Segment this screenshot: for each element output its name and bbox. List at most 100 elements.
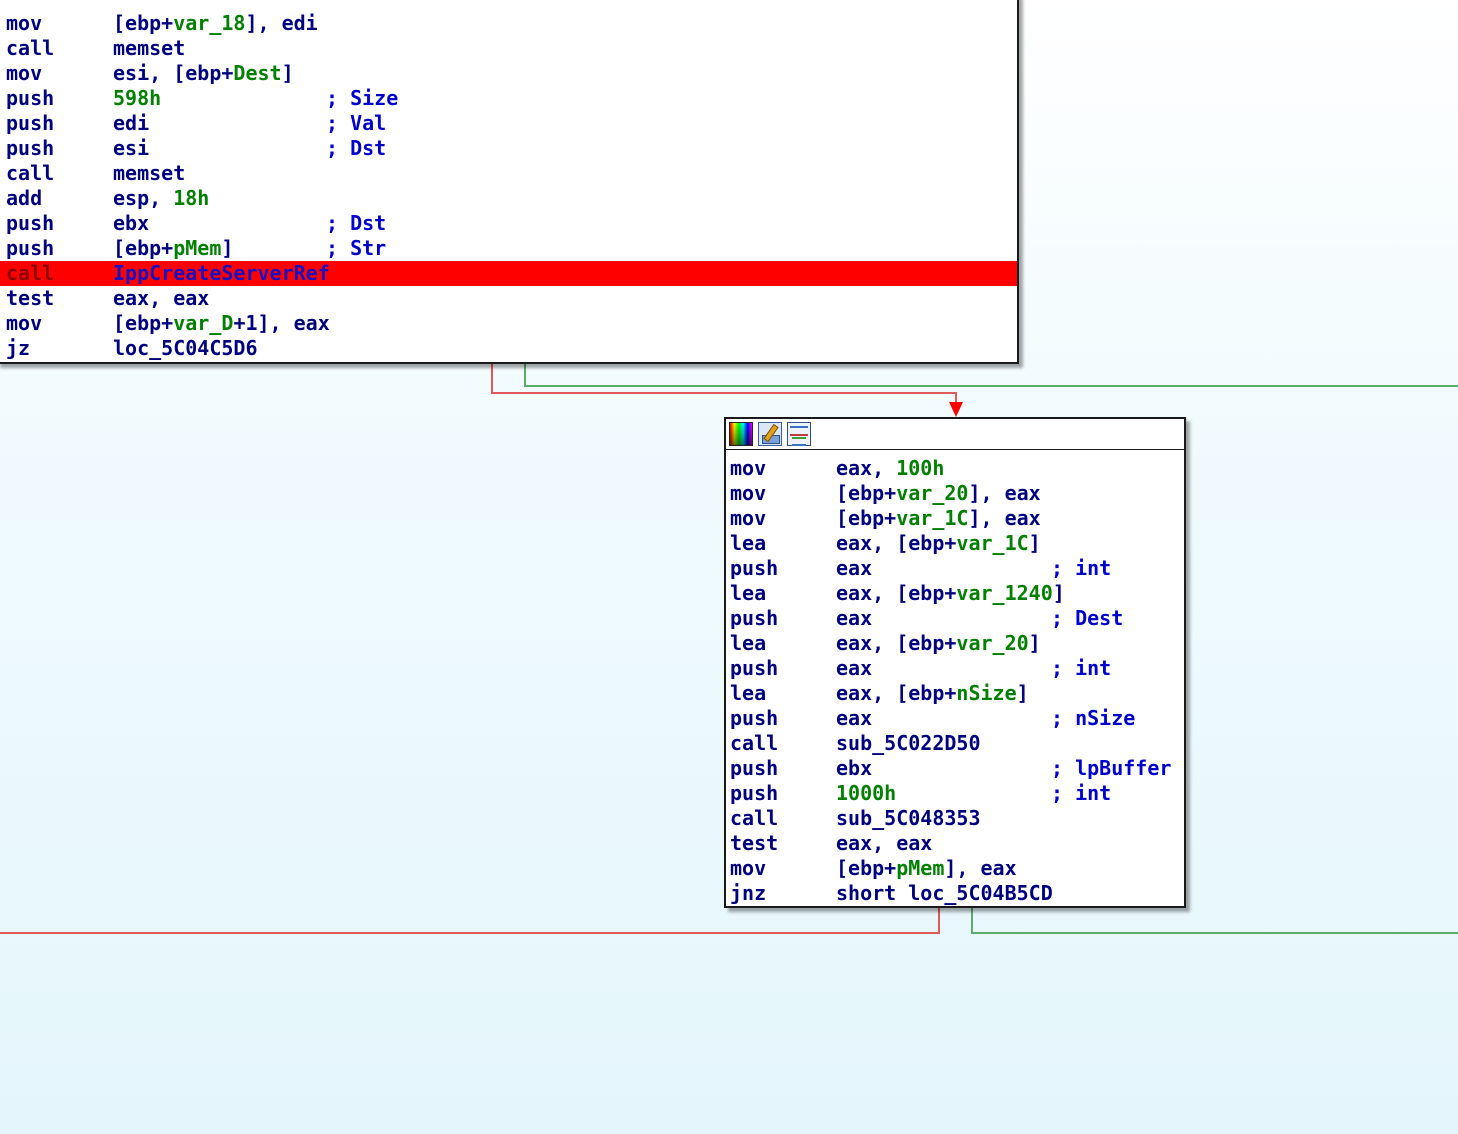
instruction-line[interactable]: test eax, eax (726, 831, 1184, 856)
mnemonic: mov (730, 481, 767, 505)
operand-symbol: 100h (896, 456, 945, 480)
operand: esi (113, 136, 149, 161)
instruction-line[interactable]: push eax ; Dest (726, 606, 1184, 631)
mnemonic: push (6, 136, 55, 160)
comment: ; nSize (1051, 706, 1136, 730)
instruction-line[interactable]: push esi ; Dst (0, 136, 1017, 161)
operand-text: memset (113, 36, 186, 60)
instruction-line[interactable]: mov [ebp+var_1C], eax (726, 506, 1184, 531)
mnemonic: mov (6, 311, 43, 335)
operand-text: esp, (113, 186, 174, 210)
operand-symbol: 18h (173, 186, 210, 210)
instruction-line[interactable]: test eax, eax (0, 286, 1017, 311)
instruction-line[interactable]: mov esi, [ebp+Dest] (0, 61, 1017, 86)
instruction-line[interactable]: push 598h ; Size (0, 86, 1017, 111)
instruction-line[interactable]: add esp, 18h (0, 186, 1017, 211)
instruction-line[interactable]: lea eax, [ebp+var_20] (726, 631, 1184, 656)
operand: ebx (113, 211, 149, 236)
operand-symbol: var_1C (896, 506, 969, 530)
code-block-memset[interactable]: mov [ebp+var_18], edi call memset mov esi, [e… (0, 0, 1019, 364)
operand-text: [ebp+ (113, 311, 174, 335)
operand-text: eax (836, 706, 873, 730)
instruction-line[interactable]: push ebx ; lpBuffer (726, 756, 1184, 781)
operand: short loc_5C04B5CD (836, 881, 1053, 906)
operand-text: ebx (836, 756, 873, 780)
instruction-line[interactable]: call sub_5C022D50 (726, 731, 1184, 756)
operand-text: ] (1016, 681, 1029, 705)
operand: eax (836, 556, 872, 581)
mnemonic: lea (730, 531, 767, 555)
operand-text: eax (836, 556, 873, 580)
instruction-line[interactable]: push eax ; nSize (726, 706, 1184, 731)
instruction-line[interactable]: push eax ; int (726, 656, 1184, 681)
operand-text: sub_5C022D50 (836, 731, 981, 755)
instruction-line[interactable]: push edi ; Val (0, 111, 1017, 136)
mnemonic: push (730, 556, 779, 580)
instruction-line[interactable]: mov [ebp+var_20], eax (726, 481, 1184, 506)
operand: eax (836, 656, 872, 681)
operand: [ebp+var_1C], eax (836, 506, 1041, 531)
rename-icon[interactable] (758, 422, 782, 446)
mnemonic: push (730, 706, 779, 730)
operand-text: eax, [ebp+ (836, 631, 957, 655)
instruction-line[interactable]: lea eax, [ebp+var_1C] (726, 531, 1184, 556)
mnemonic: push (730, 656, 779, 680)
mnemonic: push (6, 111, 55, 135)
instruction-line[interactable]: lea eax, [ebp+var_1240] (726, 581, 1184, 606)
mnemonic: push (6, 86, 55, 110)
operand: [ebp+pMem], eax (836, 856, 1017, 881)
mnemonic: call (6, 161, 55, 185)
comment: ; int (1051, 781, 1112, 805)
operand-text: [ebp+ (113, 236, 174, 260)
instruction-line[interactable]: call memset (0, 161, 1017, 186)
operand: memset (113, 161, 185, 186)
instruction-line[interactable]: jz loc_5C04C5D6 (0, 336, 1017, 361)
instruction-line[interactable]: push 1000h ; int (726, 781, 1184, 806)
operand: eax, [ebp+var_1C] (836, 531, 1041, 556)
instruction-line[interactable]: lea eax, [ebp+nSize] (726, 681, 1184, 706)
code-block-alloc[interactable]: mov eax, 100h mov [ebp+var_20], eax mov [ebp+… (724, 417, 1186, 908)
operand: [ebp+var_D+1], eax (113, 311, 330, 336)
operand-text: edi (113, 111, 150, 135)
mnemonic: mov (6, 61, 43, 85)
operand-text: ], eax (944, 856, 1017, 880)
mnemonic: push (6, 236, 55, 260)
instruction-line[interactable]: push eax ; int (726, 556, 1184, 581)
operand-text: esi (113, 136, 150, 160)
operand-text: sub_5C048353 (836, 806, 981, 830)
instruction-line[interactable]: jnz short loc_5C04B5CD (726, 881, 1184, 906)
instruction-line[interactable]: mov [ebp+var_18], edi (0, 11, 1017, 36)
mnemonic: lea (730, 581, 767, 605)
instruction-line[interactable]: push [ebp+pMem] ; Str (0, 236, 1017, 261)
graph-overview-icon[interactable] (787, 422, 811, 446)
mnemonic: push (6, 211, 55, 235)
comment: ; int (1051, 656, 1112, 680)
operand: eax, [ebp+var_20] (836, 631, 1041, 656)
highlighted-instruction[interactable]: call IppCreateServerRef (0, 261, 1017, 286)
operand-symbol: var_D (173, 311, 234, 335)
operand-text: ] (1052, 581, 1065, 605)
comment: ; Size (326, 86, 399, 110)
comment: ; Dst (326, 136, 387, 160)
instruction-line[interactable]: call memset (0, 36, 1017, 61)
mnemonic: jnz (730, 881, 767, 905)
mnemonic: mov (730, 506, 767, 530)
operand-text: eax (836, 606, 873, 630)
operand: 1000h (836, 781, 896, 806)
instruction-line[interactable]: mov [ebp+var_D+1], eax (0, 311, 1017, 336)
edge-false-to-block-b (491, 362, 957, 405)
operand-text: [ebp+ (836, 856, 897, 880)
operand: eax, [ebp+var_1240] (836, 581, 1065, 606)
colors-icon[interactable] (729, 422, 753, 446)
comment: ; int (1051, 556, 1112, 580)
edge-false-offscreen-left (0, 906, 940, 934)
operand-text: eax, [ebp+ (836, 681, 957, 705)
operand-text: eax, eax (836, 831, 933, 855)
mnemonic: call (6, 36, 55, 60)
instruction-line[interactable]: mov [ebp+pMem], eax (726, 856, 1184, 881)
mnemonic: mov (730, 456, 767, 480)
instruction-line[interactable]: push ebx ; Dst (0, 211, 1017, 236)
operand: loc_5C04C5D6 (113, 336, 258, 361)
instruction-line[interactable]: call sub_5C048353 (726, 806, 1184, 831)
instruction-line[interactable]: mov eax, 100h (726, 456, 1184, 481)
